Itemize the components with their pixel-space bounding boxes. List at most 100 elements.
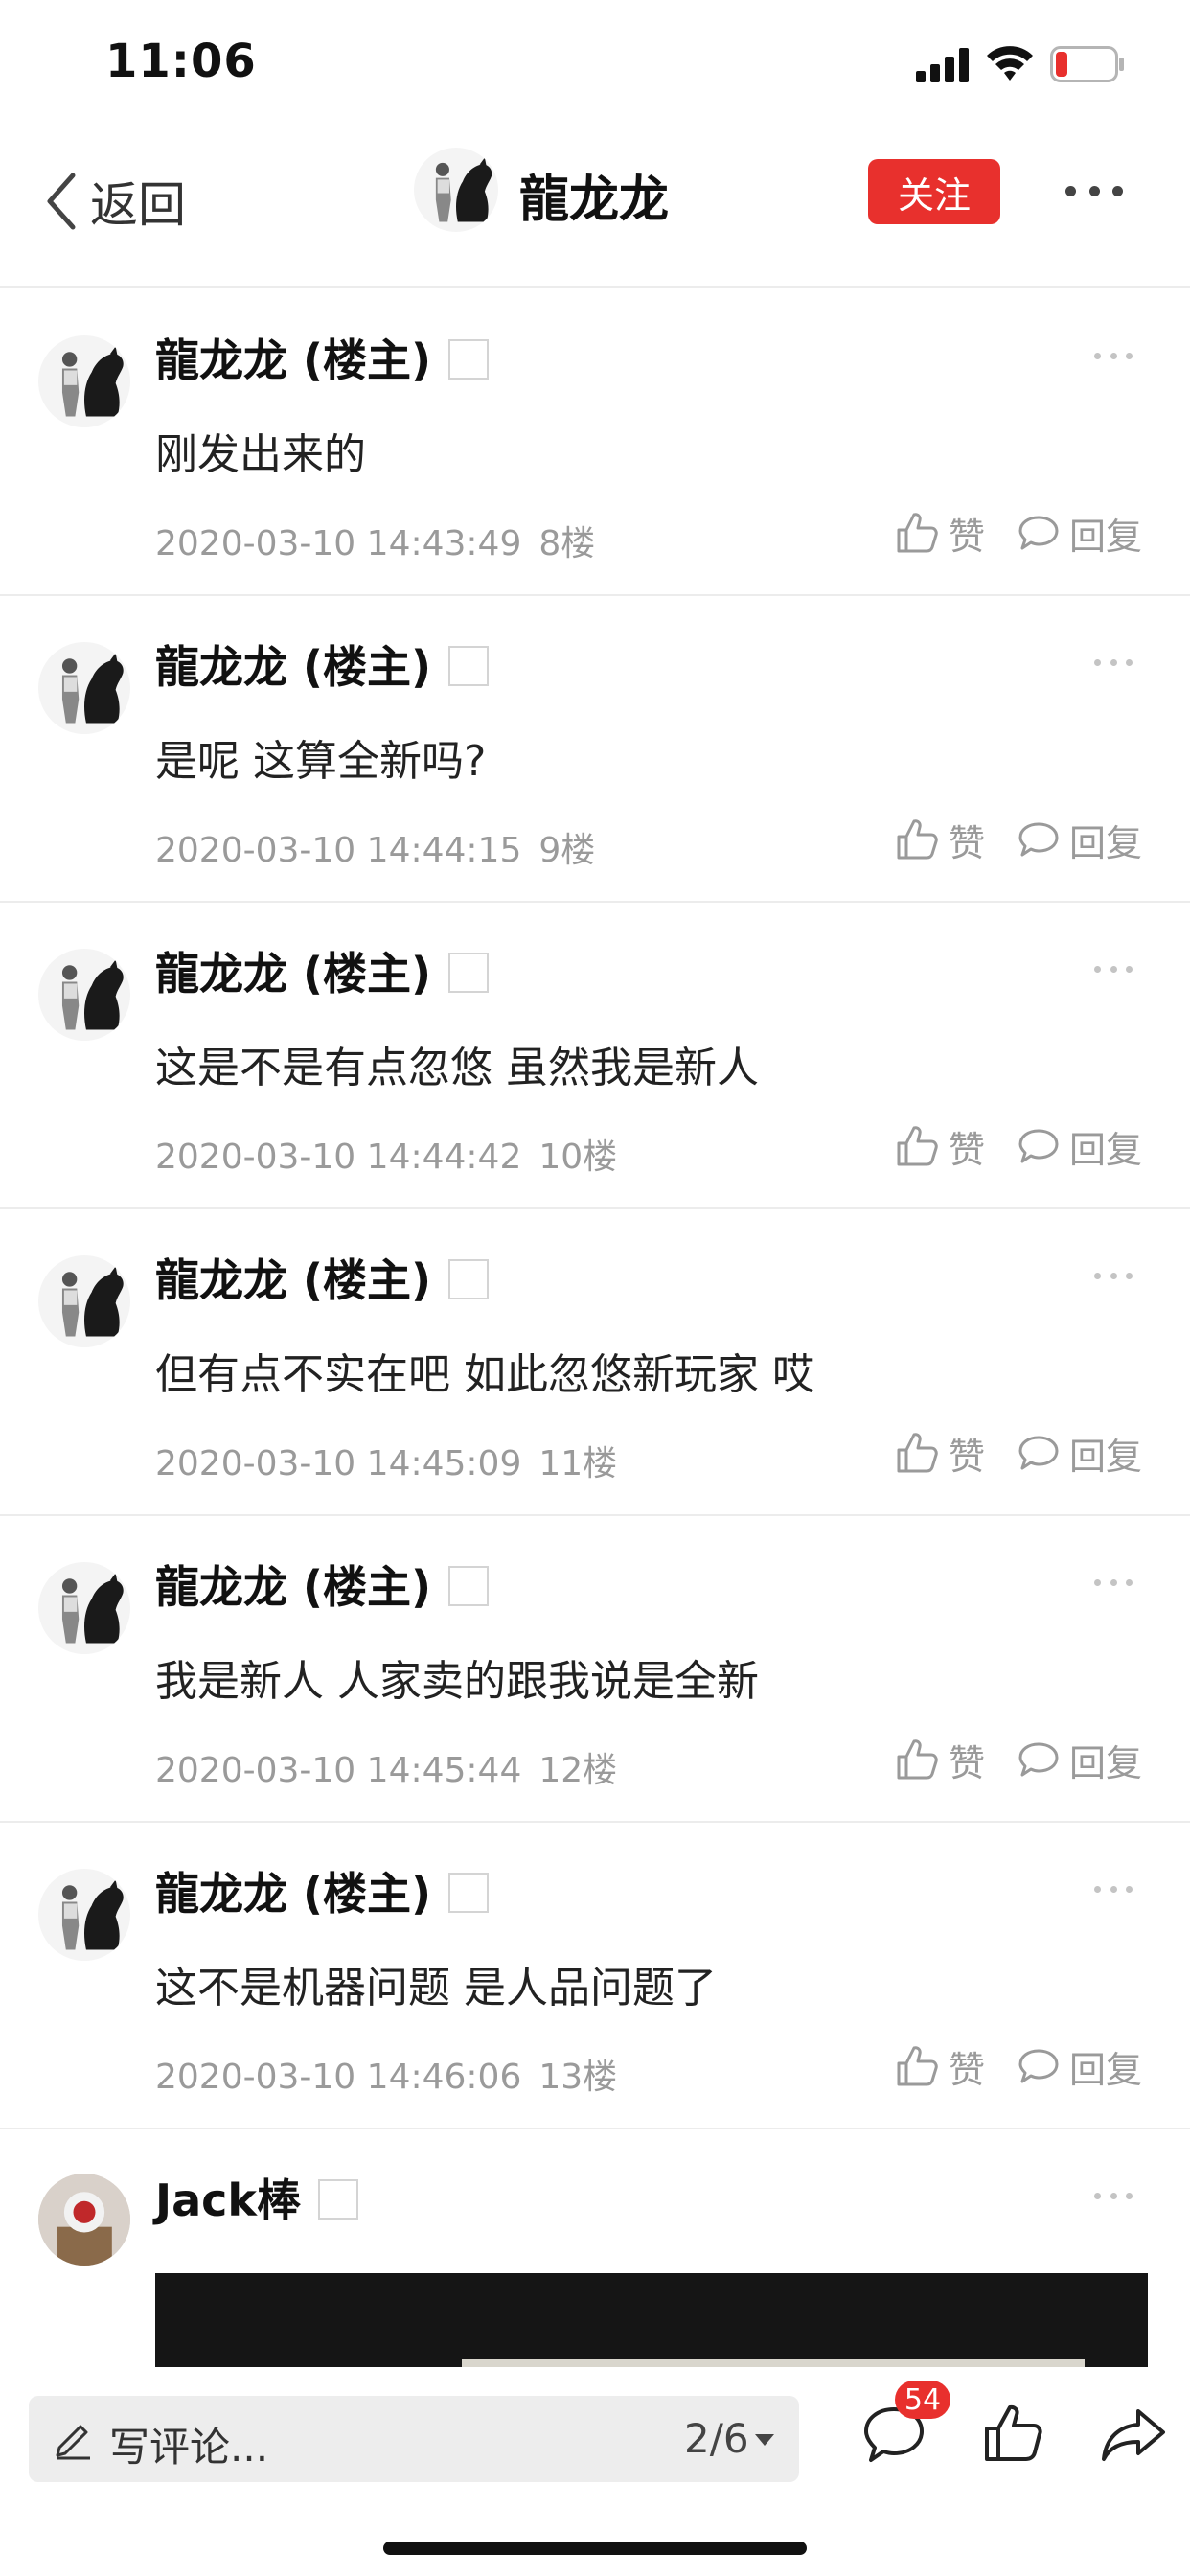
avatar[interactable] xyxy=(38,2174,130,2266)
like-button[interactable]: 赞 xyxy=(895,1424,985,1482)
avatar[interactable] xyxy=(38,949,130,1041)
like-label: 赞 xyxy=(949,1435,986,1478)
share-icon[interactable] xyxy=(1100,2405,1167,2463)
reply-list: 龍龙龙 (楼主) 刚发出来的 2020-03-10 14:43:49 8楼 赞 回… xyxy=(0,289,1190,2417)
pencil-icon xyxy=(56,2425,90,2460)
reply-time: 2020-03-10 14:45:09 xyxy=(155,1444,522,1484)
reply-author[interactable]: 龍龙龙 (楼主) xyxy=(155,939,490,1002)
reply-label: 回复 xyxy=(1069,1435,1143,1478)
reply-label: 回复 xyxy=(1069,1128,1143,1171)
cellular-signal-icon xyxy=(916,48,969,82)
more-options-button[interactable] xyxy=(1065,169,1123,213)
back-button[interactable]: 返回 xyxy=(42,163,186,240)
reply-meta: 2020-03-10 14:46:06 13楼 xyxy=(155,2049,617,2099)
reply-more-button[interactable] xyxy=(1094,659,1133,669)
reply-content: 这是不是有点忽悠 虽然我是新人 xyxy=(155,1044,759,1092)
reply-bubble-icon xyxy=(1018,516,1059,550)
reply-button[interactable]: 回复 xyxy=(1018,1424,1142,1482)
reply-content: 这不是机器问题 是人品问题了 xyxy=(155,1964,717,2012)
like-button[interactable]: 赞 xyxy=(895,2037,985,2095)
reply-more-button[interactable] xyxy=(1094,966,1133,976)
like-button[interactable]: 赞 xyxy=(895,1117,985,1175)
reply-label: 回复 xyxy=(1069,515,1143,558)
author-avatar[interactable] xyxy=(414,148,498,232)
reply-floor: 8楼 xyxy=(538,524,596,564)
thumbs-up-icon xyxy=(897,1126,938,1166)
avatar[interactable] xyxy=(38,1869,130,1961)
avatar[interactable] xyxy=(38,335,130,427)
thumbs-up-icon xyxy=(897,513,938,553)
badge-placeholder xyxy=(448,1566,490,1606)
thumbs-up-icon xyxy=(897,2046,938,2086)
reply-item: 龍龙龙 (楼主) 我是新人 人家卖的跟我说是全新 2020-03-10 14:4… xyxy=(0,1516,1190,1823)
reply-button[interactable]: 回复 xyxy=(1018,2037,1142,2095)
reply-time: 2020-03-10 14:46:06 xyxy=(155,2058,522,2097)
like-button[interactable]: 赞 xyxy=(895,811,985,868)
back-label: 返回 xyxy=(90,177,186,233)
reply-button[interactable]: 回复 xyxy=(1018,504,1142,562)
reply-item: 龍龙龙 (楼主) 但有点不实在吧 如此忽悠新玩家 哎 2020-03-10 14… xyxy=(0,1209,1190,1516)
reply-content: 是呢 这算全新吗? xyxy=(155,737,487,786)
reply-content: 我是新人 人家卖的跟我说是全新 xyxy=(155,1657,759,1706)
reply-floor: 10楼 xyxy=(538,1138,618,1177)
author-name: 龍龙龙 (楼主) xyxy=(155,948,432,1000)
avatar[interactable] xyxy=(38,1255,130,1347)
reply-item: 龍龙龙 (楼主) 这不是机器问题 是人品问题了 2020-03-10 14:46… xyxy=(0,1823,1190,2129)
like-label: 赞 xyxy=(949,1128,986,1171)
reply-more-button[interactable] xyxy=(1094,1886,1133,1896)
reply-time: 2020-03-10 14:45:44 xyxy=(155,1751,522,1790)
page-dropdown-caret[interactable] xyxy=(755,2434,774,2446)
author-name: 龍龙龙 (楼主) xyxy=(155,1868,432,1920)
reply-author[interactable]: 龍龙龙 (楼主) xyxy=(155,632,490,696)
reply-time: 2020-03-10 14:44:15 xyxy=(155,831,522,870)
badge-placeholder xyxy=(448,339,490,380)
reply-more-button[interactable] xyxy=(1094,1579,1133,1589)
reply-button[interactable]: 回复 xyxy=(1018,1731,1142,1788)
like-icon[interactable] xyxy=(981,2402,1044,2465)
status-time: 11:06 xyxy=(105,34,257,88)
back-chevron-icon xyxy=(47,172,76,230)
badge-placeholder xyxy=(448,1259,490,1300)
like-label: 赞 xyxy=(949,2048,986,2091)
reply-button[interactable]: 回复 xyxy=(1018,1117,1142,1175)
reply-bubble-icon xyxy=(1018,822,1059,857)
reply-time: 2020-03-10 14:44:42 xyxy=(155,1138,522,1177)
reply-item: 龍龙龙 (楼主) 刚发出来的 2020-03-10 14:43:49 8楼 赞 回… xyxy=(0,289,1190,596)
author-name: 龍龙龙 (楼主) xyxy=(155,1561,432,1613)
avatar[interactable] xyxy=(38,1562,130,1654)
like-button[interactable]: 赞 xyxy=(895,1731,985,1788)
reply-author[interactable]: 龍龙龙 (楼主) xyxy=(155,1859,490,1922)
reply-author[interactable]: 龍龙龙 (楼主) xyxy=(155,326,490,389)
comment-count-badge: 54 xyxy=(895,2380,950,2419)
bottom-toolbar: 写评论... 2/6 54 xyxy=(0,2367,1190,2576)
reply-label: 回复 xyxy=(1069,1741,1143,1784)
reply-bubble-icon xyxy=(1018,2049,1059,2083)
author-name: 龍龙龙 (楼主) xyxy=(155,1254,432,1306)
wifi-icon xyxy=(987,46,1033,80)
badge-placeholder xyxy=(448,646,490,686)
reply-meta: 2020-03-10 14:44:42 10楼 xyxy=(155,1129,617,1179)
reply-author[interactable]: 龍龙龙 (楼主) xyxy=(155,1552,490,1616)
reply-floor: 11楼 xyxy=(538,1444,618,1484)
page-indicator[interactable]: 2/6 xyxy=(684,2415,749,2462)
reply-content: 刚发出来的 xyxy=(155,430,366,479)
author-name: 龍龙龙 (楼主) xyxy=(155,334,432,386)
reply-author[interactable]: Jack棒 xyxy=(155,2166,359,2229)
comment-placeholder: 写评论... xyxy=(109,2424,269,2471)
like-button[interactable]: 赞 xyxy=(895,504,985,562)
avatar[interactable] xyxy=(38,642,130,734)
comment-input[interactable]: 写评论... 2/6 xyxy=(29,2396,799,2482)
follow-button[interactable]: 关注 xyxy=(868,159,1000,224)
home-indicator xyxy=(383,2542,807,2555)
page-title[interactable]: 龍龙龙 xyxy=(519,159,669,231)
badge-placeholder xyxy=(448,953,490,993)
reply-bubble-icon xyxy=(1018,1742,1059,1777)
like-label: 赞 xyxy=(949,1741,986,1784)
battery-icon xyxy=(1050,46,1124,82)
reply-more-button[interactable] xyxy=(1094,2193,1133,2202)
reply-button[interactable]: 回复 xyxy=(1018,811,1142,868)
nav-bar: 返回 龍龙龙 关注 xyxy=(0,134,1190,288)
reply-more-button[interactable] xyxy=(1094,1273,1133,1282)
reply-more-button[interactable] xyxy=(1094,353,1133,362)
reply-author[interactable]: 龍龙龙 (楼主) xyxy=(155,1246,490,1309)
